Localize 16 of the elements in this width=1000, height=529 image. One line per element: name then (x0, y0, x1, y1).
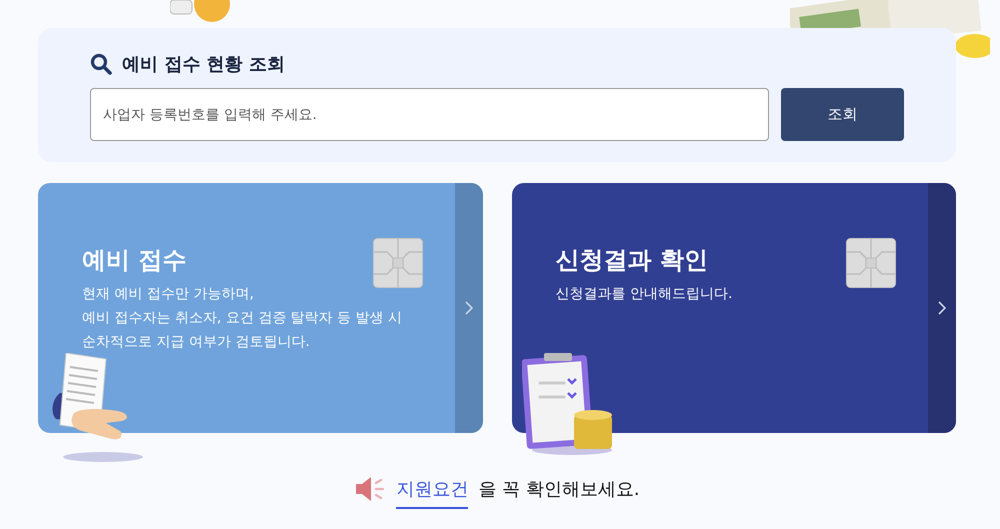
search-icon (90, 53, 112, 75)
search-button[interactable]: 조회 (781, 88, 904, 141)
menu-card[interactable]: 신청결과 확인 신청결과를 안내해드립니다. (512, 183, 956, 433)
chevron-right-icon (938, 301, 946, 315)
card-title: 신청결과 확인 (556, 245, 708, 276)
chevron-right-icon (464, 301, 472, 315)
business-number-field[interactable]: 사업자 등록번호를 입력해 주세요. (90, 88, 769, 141)
requirements-link[interactable]: 지원요건 (396, 477, 468, 509)
chip-icon (846, 238, 896, 288)
chip-icon (372, 238, 422, 288)
card-description: 현재 예비 접수만 가능하며, 예비 접수자는 취소자, 요건 검증 탈락자 등 발생 시 순차적으로 지급 여부가 검토됩니다. (82, 285, 404, 352)
search-title: 예비 접수 현황 조회 (122, 53, 285, 76)
card-description: 신청결과를 안내해드립니다. (556, 285, 734, 304)
notice-text: 을 꼭 확인해보세요. (478, 478, 640, 501)
card-title: 예비 접수 (82, 245, 186, 276)
megaphone-icon (354, 476, 386, 502)
